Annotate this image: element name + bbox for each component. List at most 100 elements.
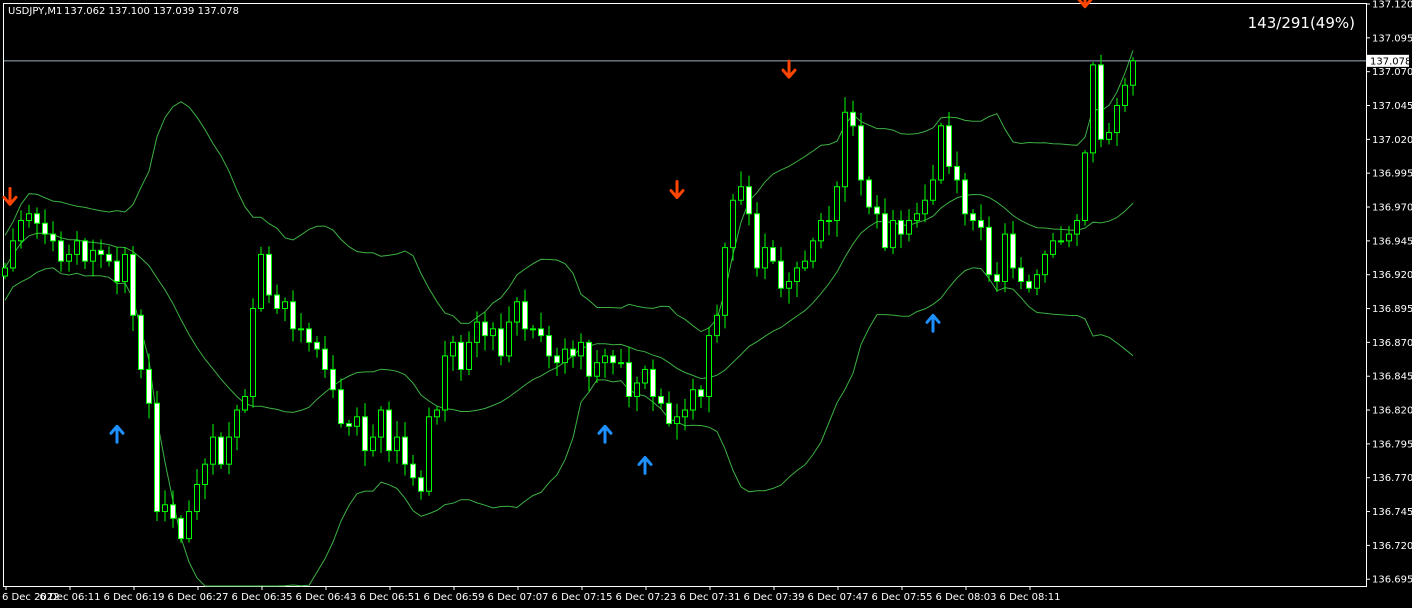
x-tick-label-11: 6 Dec 07:31: [680, 592, 741, 603]
candle-14: [114, 246, 120, 295]
symbol-label: USDJPY,M1: [8, 6, 62, 17]
y-tick-label-8: 136.920: [1372, 270, 1412, 281]
candle-95: [762, 233, 768, 280]
candle-99: [794, 261, 800, 297]
candle-127: [1018, 257, 1024, 290]
candle-47: [378, 406, 384, 454]
chart-window[interactable]: 137.078 137.120 137.095 137.070 137.045 137.…: [0, 0, 1412, 608]
candle-13: [106, 246, 112, 267]
candle-71: [570, 340, 576, 368]
y-tick-label-14: 136.770: [1372, 473, 1412, 484]
candle-105: [842, 97, 848, 202]
candle-34: [274, 284, 280, 314]
candle-24: [194, 469, 200, 520]
candle-66: [530, 325, 536, 339]
chart-frame: [3, 3, 1367, 587]
candle-55: [442, 340, 448, 422]
candle-70: [562, 338, 568, 374]
candle-141: [1130, 57, 1136, 96]
y-tick-label-12: 136.820: [1372, 406, 1412, 417]
y-tick-label-10: 136.870: [1372, 338, 1412, 349]
candle-3: [26, 204, 32, 228]
y-tick-label-15: 136.745: [1372, 507, 1412, 518]
candle-54: [434, 406, 440, 425]
candle-101: [810, 237, 816, 269]
candle-94: [754, 202, 760, 277]
buy-arrow-icon-0: [109, 424, 125, 444]
candle-135: [1082, 150, 1088, 226]
candle-115: [922, 184, 928, 223]
candle-9: [74, 231, 80, 265]
candle-57: [458, 335, 464, 381]
candle-2: [18, 210, 24, 249]
sell-arrow-icon-0: [2, 186, 18, 206]
x-tick-label-10: 6 Dec 07:23: [616, 592, 677, 603]
candle-20: [162, 490, 168, 522]
candle-87: [698, 385, 704, 409]
candle-61: [490, 322, 496, 351]
price-chart[interactable]: 137.078 137.120137.095137.070137.045137.…: [0, 0, 1412, 608]
y-tick-label-5: 136.995: [1372, 169, 1412, 180]
band-lower: [4, 267, 1134, 587]
bid-line-layer: 137.078: [4, 54, 1411, 67]
candle-17: [138, 309, 144, 379]
x-tick-label-12: 6 Dec 07:39: [744, 592, 805, 603]
candle-137: [1098, 54, 1104, 148]
y-tick-label-9: 136.895: [1372, 304, 1412, 315]
candle-102: [818, 213, 824, 249]
candle-121: [970, 209, 976, 231]
candle-58: [466, 331, 472, 375]
candle-22: [178, 515, 184, 543]
x-tick-label-8: 6 Dec 07:07: [488, 592, 549, 603]
candle-35: [282, 297, 288, 322]
bid-price-label: 137.078: [1370, 56, 1411, 67]
candle-88: [706, 326, 712, 413]
candle-18: [146, 353, 152, 419]
candle-106: [850, 100, 856, 137]
candle-11: [90, 239, 96, 277]
candle-117: [938, 122, 944, 184]
candle-29: [234, 404, 240, 451]
sell-arrow-icon-3: [1077, 0, 1093, 9]
candle-39: [314, 336, 320, 358]
sell-arrow-icon-2: [781, 59, 797, 79]
candle-65: [522, 289, 528, 341]
candle-136: [1090, 61, 1096, 163]
candle-118: [946, 112, 952, 174]
candle-130: [1042, 250, 1048, 283]
candle-128: [1026, 274, 1032, 293]
signal-arrows: [2, 0, 1093, 475]
candle-82: [658, 388, 664, 409]
x-tick-label-16: 6 Dec 08:11: [1000, 592, 1061, 603]
x-tick-label-15: 6 Dec 08:03: [936, 592, 997, 603]
candle-109: [874, 195, 880, 229]
y-tick-label-2: 137.070: [1372, 67, 1412, 78]
candle-78: [626, 346, 632, 408]
buy-arrow-icon-2: [637, 455, 653, 475]
candle-140: [1122, 77, 1128, 113]
candle-63: [506, 306, 512, 363]
candle-48: [386, 401, 392, 463]
candle-79: [634, 376, 640, 412]
candle-69: [554, 347, 560, 377]
candle-100: [802, 250, 808, 271]
candle-19: [154, 390, 160, 522]
candle-92: [738, 171, 744, 205]
candle-90: [722, 242, 728, 329]
candle-120: [962, 172, 968, 226]
y-tick-label-6: 136.970: [1372, 203, 1412, 214]
candle-114: [914, 202, 920, 228]
candle-26: [210, 424, 216, 475]
candle-133: [1066, 225, 1072, 248]
candle-119: [954, 151, 960, 194]
band-middle: [4, 193, 1134, 413]
stats-label: 143/291(49%): [1248, 14, 1355, 32]
candle-91: [730, 193, 736, 261]
candle-16: [130, 245, 136, 331]
candle-123: [986, 216, 992, 282]
candle-51: [410, 454, 416, 486]
x-tick-label-13: 6 Dec 07:47: [808, 592, 869, 603]
y-tick-label-11: 136.845: [1372, 372, 1412, 383]
y-tick-label-13: 136.795: [1372, 439, 1412, 450]
candle-83: [666, 391, 672, 427]
